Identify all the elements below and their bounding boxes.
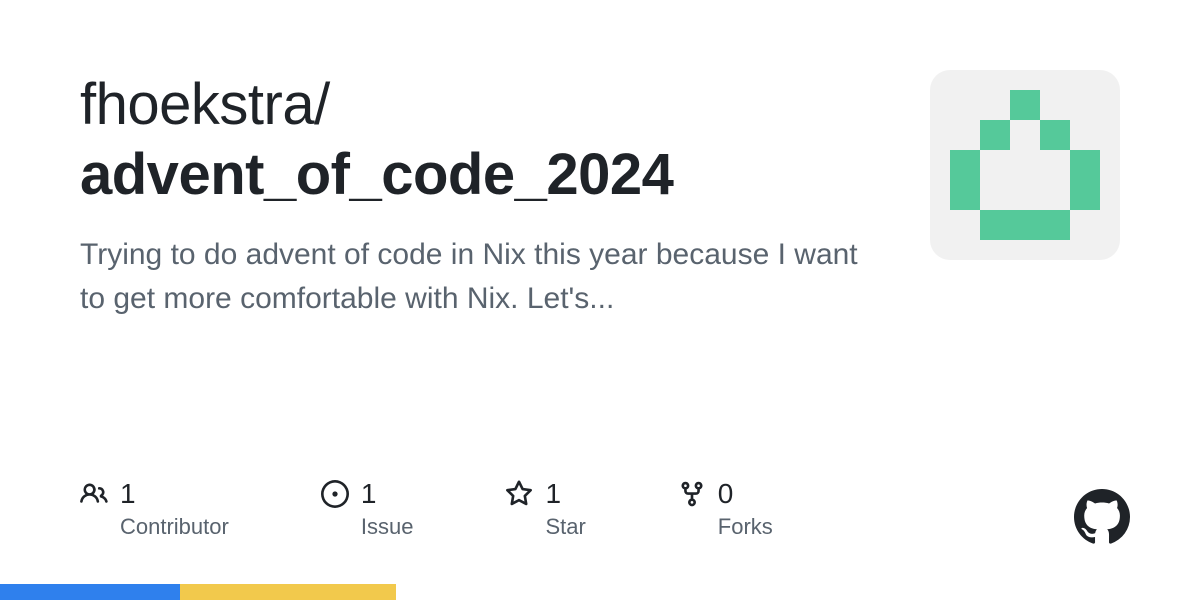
title-slash: / [314, 72, 330, 137]
github-logo-icon[interactable] [1074, 489, 1130, 545]
fork-icon [678, 480, 706, 508]
stat-forks[interactable]: 0 Forks [678, 478, 773, 540]
identicon-icon [950, 90, 1100, 240]
repo-title: fhoekstra/ advent_of_code_2024 [80, 70, 890, 209]
repo-name[interactable]: advent_of_code_2024 [80, 142, 673, 207]
stat-label: Issue [361, 514, 414, 540]
stat-issues[interactable]: 1 Issue [321, 478, 414, 540]
people-icon [80, 480, 108, 508]
repo-description: Trying to do advent of code in Nix this … [80, 233, 860, 320]
stat-label: Contributor [120, 514, 229, 540]
stripe-segment [180, 584, 396, 600]
stat-count: 0 [718, 478, 734, 510]
stat-stars[interactable]: 1 Star [505, 478, 585, 540]
stripe-segment [396, 584, 1200, 600]
stat-contributors[interactable]: 1 Contributor [80, 478, 229, 540]
stripe-segment [0, 584, 180, 600]
repo-stats: 1 Contributor 1 Issue 1 Star 0 Forks [80, 478, 773, 540]
star-icon [505, 480, 533, 508]
avatar[interactable] [930, 70, 1120, 260]
stat-count: 1 [361, 478, 377, 510]
stat-count: 1 [120, 478, 136, 510]
owner-name[interactable]: fhoekstra [80, 72, 314, 137]
issue-icon [321, 480, 349, 508]
stat-count: 1 [545, 478, 561, 510]
language-stripe [0, 584, 1200, 600]
stat-label: Star [545, 514, 585, 540]
stat-label: Forks [718, 514, 773, 540]
